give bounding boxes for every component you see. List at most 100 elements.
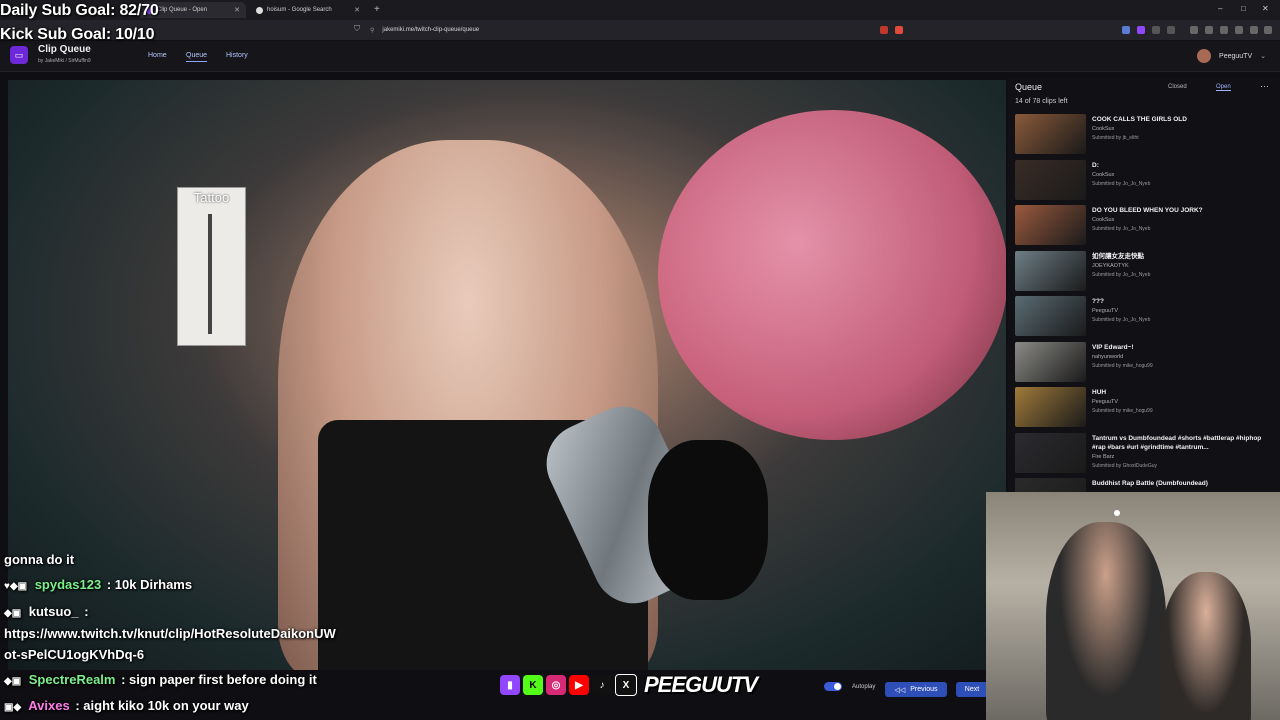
rewards-icon[interactable] — [895, 26, 903, 34]
queue-closed-tab[interactable]: Closed — [1168, 84, 1187, 90]
chat-text: gonna do it — [4, 552, 75, 567]
wallet-icon[interactable] — [1220, 26, 1228, 34]
next-label: Next — [964, 686, 980, 693]
toggle-switch[interactable] — [824, 682, 842, 691]
sidebar-icon[interactable] — [1205, 26, 1213, 34]
clip-submitter: Submitted by Jo_Jo_Nyeb — [1092, 317, 1151, 323]
clip-title: Tantrum vs Dumbfoundead #shorts #battler… — [1092, 434, 1262, 451]
chat-username: Avixes — [28, 698, 70, 713]
clip-thumbnail[interactable] — [1015, 296, 1086, 336]
clip-thumbnail[interactable] — [1015, 250, 1086, 291]
clip-thumbnail[interactable] — [1015, 341, 1086, 382]
chat-line: ♥◆▣ spydas123 : 10k Dirhams — [4, 577, 192, 592]
clip-thumbnail[interactable] — [1015, 114, 1086, 154]
maximize-button[interactable]: □ — [1241, 4, 1246, 13]
tab-label: Clip Queue - Open — [157, 7, 208, 13]
nav-history[interactable]: History — [226, 52, 248, 59]
clip-submitter: Submitted by mike_hogu99 — [1092, 362, 1153, 369]
app-header: ▭ Clip Queue by JakeMiki / SirMuffin9 Ho… — [0, 41, 1280, 72]
chevron-down-icon: ⌄ — [1260, 53, 1266, 60]
url-field[interactable]: ⚲ jakemiki.me/twitch-clip-queue/queue — [370, 24, 910, 36]
clip-thumbnail[interactable] — [1015, 432, 1086, 473]
autoplay-toggle[interactable]: Autoplay — [824, 682, 875, 691]
profile-name: PeeguuTV — [1219, 52, 1253, 60]
clip-thumbnail[interactable] — [1015, 205, 1086, 245]
chat-line: https://www.twitch.tv/knut/clip/HotResol… — [4, 626, 336, 641]
twitch-icon: ▮ — [500, 675, 520, 695]
queue-item[interactable]: Tantrum vs Dumbfoundead #shorts #battler… — [1015, 432, 1275, 475]
clip-submitter: Submitted by GhostDudeGuy — [1092, 462, 1158, 469]
bookmark-icon[interactable]: ⛉ — [354, 24, 360, 34]
tiktok-icon: ♪ — [592, 675, 612, 695]
rewind-icon: ◁◁ — [894, 686, 906, 694]
close-icon[interactable]: ✕ — [234, 6, 240, 14]
guest — [1161, 572, 1251, 720]
avatar — [1197, 49, 1212, 63]
clip-thumbnail[interactable] — [1015, 387, 1086, 427]
clip-submitter: Submitted by Jo_Jo_Nyeb — [1092, 271, 1151, 278]
clip-channel: Fire Barz — [1092, 453, 1115, 460]
video-subject-2 — [658, 110, 1006, 440]
queue-item[interactable]: ??? PeeguuTV Submitted by Jo_Jo_Nyeb — [1015, 296, 1275, 338]
brave-shield-icon[interactable] — [880, 26, 888, 34]
clip-submitter: Submitted by jb_eltht — [1092, 135, 1139, 141]
queue-open-tab[interactable]: Open — [1216, 84, 1231, 91]
queue-item[interactable]: 如何讓女友走快點 JOEYKAOTYK Submitted by Jo_Jo_Nye… — [1015, 250, 1275, 293]
social-links: ▮ K ◎ ▶ ♪ X PEEGUUTV — [500, 667, 758, 703]
clip-channel: CookSux — [1092, 126, 1115, 132]
chat-line: ot-sPelCU1ogKVhDq-6 — [4, 647, 144, 662]
close-icon[interactable]: ✕ — [354, 6, 360, 14]
clip-thumbnail[interactable] — [1015, 159, 1086, 200]
chat-text: : 10k Dirhams — [106, 577, 193, 592]
previous-button[interactable]: ◁◁ Previous — [885, 682, 947, 697]
chat-username: SpectreRealm — [28, 672, 116, 687]
queue-item[interactable]: Buddhist Rap Battle (Dumbfoundead) — [1015, 478, 1275, 492]
queue-item[interactable]: HUH PeeguuTV Submitted by mike_hogu99 — [1015, 387, 1275, 429]
app-byline: by JakeMiki / SirMuffin9 — [38, 58, 91, 64]
queue-panel: Queue 14 of 78 clips left Closed Open ⋯ … — [1008, 78, 1280, 492]
nav-home[interactable]: Home — [148, 52, 167, 59]
tab-google-search[interactable]: hoisum - Google Search ✕ — [250, 2, 366, 18]
extension-icon[interactable] — [1167, 26, 1175, 34]
chat-link: ot-sPelCU1ogKVhDq-6 — [4, 647, 145, 662]
clip-channel: PeeguuTV — [1092, 399, 1118, 405]
app-title: Clip Queue — [38, 44, 91, 55]
queue-item[interactable]: D: CookSux Submitted by Jo_Jo_Nyeb — [1015, 159, 1275, 202]
queue-item[interactable]: VIP Edward~! nahyunworld Submitted by mike… — [1015, 341, 1275, 384]
next-button[interactable]: Next — [956, 682, 988, 697]
x-icon: X — [615, 674, 637, 696]
streamer — [1046, 522, 1166, 720]
media-icon[interactable] — [1190, 26, 1198, 34]
tattoo-reference-card: Tattoo — [177, 187, 246, 346]
clip-title: HUH — [1092, 389, 1107, 396]
nav-queue[interactable]: Queue — [186, 52, 208, 62]
extension-icon[interactable] — [1122, 26, 1130, 34]
address-bar: ⛉ ⚲ jakemiki.me/twitch-clip-queue/queue — [0, 20, 1280, 41]
autoplay-label: Autoplay — [852, 683, 876, 690]
google-favicon-icon — [256, 6, 263, 14]
clip-channel: CookSux — [1092, 217, 1115, 223]
extension-icon[interactable] — [1152, 26, 1160, 34]
queue-item[interactable]: DO YOU BLEED WHEN YOU JORK? CookSux Submit… — [1015, 205, 1275, 247]
queue-item[interactable]: COOK CALLS THE GIRLS OLD CookSux Submitted… — [1015, 114, 1275, 156]
shield-icon[interactable] — [1250, 26, 1258, 34]
clip-queue-logo-icon[interactable]: ▭ — [10, 46, 28, 64]
url-text: jakemiki.me/twitch-clip-queue/queue — [382, 27, 480, 33]
clip-submitter: Submitted by mike_hogu99 — [1092, 408, 1153, 414]
twitch-extension-icon[interactable] — [1137, 26, 1145, 34]
vpn-icon[interactable] — [1235, 26, 1243, 34]
new-tab-button[interactable]: + — [374, 4, 380, 15]
kick-sub-goal: Kick Sub Goal: 10/10 — [0, 26, 155, 43]
more-options-icon[interactable]: ⋯ — [1260, 81, 1269, 92]
chat-badges-icon: ♥◆▣ — [4, 581, 28, 592]
profile-menu[interactable]: PeeguuTV ⌄ — [1197, 49, 1266, 63]
chat-badges-icon: ▣◆ — [4, 702, 22, 713]
clip-title: DO YOU BLEED WHEN YOU JORK? — [1092, 207, 1203, 214]
clip-thumbnail[interactable] — [1015, 478, 1086, 492]
minimize-button[interactable]: – — [1218, 4, 1222, 13]
close-window-button[interactable]: ✕ — [1262, 4, 1269, 13]
clip-title: COOK CALLS THE GIRLS OLD — [1092, 116, 1187, 123]
site-info-icon[interactable]: ⚲ — [370, 27, 374, 34]
menu-icon[interactable] — [1264, 26, 1272, 34]
chat-line: ▣◆ Avixes : aight kiko 10k on your way — [4, 698, 249, 713]
